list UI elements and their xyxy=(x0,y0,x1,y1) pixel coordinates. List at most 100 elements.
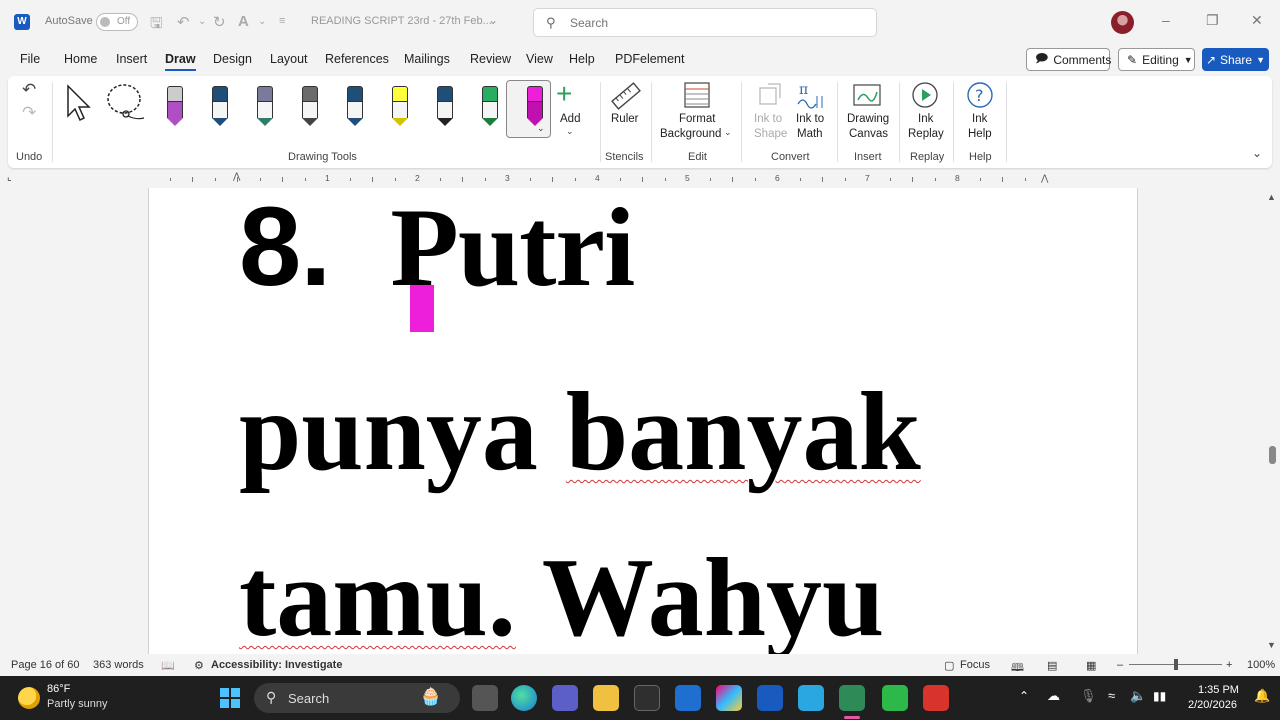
vertical-scrollbar[interactable]: ▲ ▼ xyxy=(1264,188,1280,654)
scroll-up-icon[interactable]: ▲ xyxy=(1267,192,1276,202)
redo-icon[interactable]: ↷ xyxy=(22,103,36,123)
wifi-icon[interactable]: ≈ xyxy=(1108,688,1115,703)
tab-help[interactable]: Help xyxy=(569,52,595,66)
format-painter-icon[interactable]: A xyxy=(238,13,249,30)
tab-stop-icon[interactable]: ⌞ xyxy=(7,172,12,183)
horizontal-ruler[interactable]: ⌞ ⋀ ⋀ 12345678 xyxy=(0,170,1280,188)
ink-replay-icon[interactable] xyxy=(910,80,940,110)
print-layout-icon[interactable]: ▤ xyxy=(1047,659,1057,672)
zoom-out-icon[interactable]: – xyxy=(1117,659,1123,671)
clock-time[interactable]: 1:35 PM xyxy=(1198,684,1239,696)
file-explorer-icon[interactable] xyxy=(593,685,619,711)
pen-tool-6[interactable] xyxy=(385,82,415,126)
store-icon[interactable] xyxy=(634,685,660,711)
pen-tool-3[interactable] xyxy=(250,82,280,126)
word-taskbar-icon[interactable] xyxy=(757,685,783,711)
ink-replay-label-2[interactable]: Replay xyxy=(908,127,944,142)
camtasia-icon[interactable] xyxy=(882,685,908,711)
ink-to-math-icon[interactable]: π xyxy=(795,80,825,110)
ruler-label[interactable]: Ruler xyxy=(611,112,638,127)
ink-highlight-stroke[interactable] xyxy=(410,285,434,332)
customize-toolbar-icon[interactable]: ≡ xyxy=(279,15,285,27)
accessibility-icon[interactable]: ⚙ xyxy=(194,659,204,672)
ink-help-icon[interactable]: ? xyxy=(965,80,995,110)
task-view-icon[interactable] xyxy=(472,685,498,711)
share-button[interactable]: ↗ Share ▼ xyxy=(1202,48,1269,71)
tab-file[interactable]: File xyxy=(20,52,40,66)
pen-tool-1[interactable] xyxy=(160,82,190,126)
zoom-slider-thumb[interactable] xyxy=(1174,659,1178,670)
chevron-down-icon[interactable]: ⌄ xyxy=(566,126,574,137)
web-layout-icon[interactable]: ▦ xyxy=(1086,659,1096,672)
ruler-icon[interactable] xyxy=(610,80,642,112)
weather-temp[interactable]: 86°F xyxy=(47,683,70,695)
focus-icon[interactable]: ▢ xyxy=(944,659,954,672)
app-icon[interactable] xyxy=(675,685,701,711)
ink-help-label-1[interactable]: Ink xyxy=(972,112,987,127)
scroll-down-icon[interactable]: ▼ xyxy=(1267,640,1276,650)
battery-icon[interactable]: ▮▮ xyxy=(1153,689,1166,703)
tab-mailings[interactable]: Mailings xyxy=(404,52,450,66)
pen-tool-8[interactable] xyxy=(475,82,505,126)
weather-desc[interactable]: Partly sunny xyxy=(47,698,108,710)
search-input[interactable] xyxy=(570,14,860,32)
comments-button[interactable]: 🗩 Comments xyxy=(1026,48,1111,71)
taskbar-search[interactable]: ⚲ Search 🧁 xyxy=(254,683,460,713)
avatar[interactable] xyxy=(1111,11,1134,34)
format-background-icon[interactable] xyxy=(682,80,712,110)
lasso-select-icon[interactable] xyxy=(104,82,148,122)
select-pointer-icon[interactable] xyxy=(64,82,94,122)
ink-replay-label-1[interactable]: Ink xyxy=(918,112,933,127)
teams-icon[interactable] xyxy=(552,685,578,711)
notifications-icon[interactable]: 🔔 xyxy=(1254,688,1270,704)
add-pen-icon[interactable]: + xyxy=(556,80,572,108)
scroll-thumb[interactable] xyxy=(1269,446,1276,464)
tab-layout[interactable]: Layout xyxy=(270,52,308,66)
format-label-2[interactable]: Background xyxy=(660,127,721,142)
tab-design[interactable]: Design xyxy=(213,52,252,66)
ink-help-label-2[interactable]: Help xyxy=(968,127,992,142)
redo-icon[interactable]: ↻ xyxy=(213,13,226,31)
tab-insert[interactable]: Insert xyxy=(116,52,147,66)
restore-icon[interactable]: ❐ xyxy=(1206,12,1219,29)
close-icon[interactable]: ✕ xyxy=(1251,12,1263,29)
tab-draw[interactable]: Draw xyxy=(165,52,196,71)
save-icon[interactable]: 🖫 xyxy=(150,13,163,38)
editing-button[interactable]: ✎ Editing ▼ xyxy=(1118,48,1195,71)
word-count[interactable]: 363 words xyxy=(93,659,144,671)
proofing-icon[interactable]: 📖 xyxy=(161,659,175,672)
add-pen-label[interactable]: Add xyxy=(560,112,580,127)
zoom-level[interactable]: 100% xyxy=(1247,659,1275,671)
chevron-down-icon[interactable]: ⌄ xyxy=(488,13,498,27)
microphone-icon[interactable]: 🎙 xyxy=(1080,688,1097,704)
autosave-toggle[interactable]: Off xyxy=(96,13,138,31)
edge-icon[interactable] xyxy=(511,685,537,711)
tab-review[interactable]: Review xyxy=(470,52,511,66)
search-box[interactable]: ⚲ xyxy=(533,8,877,37)
drawing-canvas-label-2[interactable]: Canvas xyxy=(849,127,888,142)
zoom-in-icon[interactable]: + xyxy=(1226,659,1232,671)
calculator-icon[interactable] xyxy=(839,685,865,711)
collapse-ribbon-icon[interactable]: ⌄ xyxy=(1252,146,1262,160)
volume-icon[interactable]: 🔈 xyxy=(1130,688,1146,704)
drawing-canvas-icon[interactable] xyxy=(851,80,883,110)
tab-view[interactable]: View xyxy=(526,52,553,66)
recorder-icon[interactable] xyxy=(923,685,949,711)
ink-to-math-label-2[interactable]: Math xyxy=(797,127,823,142)
format-label-1[interactable]: Format xyxy=(679,112,715,127)
pen-tool-2[interactable] xyxy=(205,82,235,126)
clock-date[interactable]: 2/20/2026 xyxy=(1188,699,1237,711)
accessibility-status[interactable]: Accessibility: Investigate xyxy=(211,659,342,671)
tab-pdfelement[interactable]: PDFelement xyxy=(615,52,684,66)
pen-tool-7[interactable] xyxy=(430,82,460,126)
weather-icon[interactable] xyxy=(18,687,40,709)
undo-dropdown-icon[interactable]: ⌄ xyxy=(198,16,206,27)
tab-references[interactable]: References xyxy=(325,52,389,66)
undo-icon[interactable]: ↶ xyxy=(22,80,36,100)
onedrive-icon[interactable]: ☁ xyxy=(1047,688,1060,704)
pen-tool-9[interactable] xyxy=(520,82,550,126)
minimize-icon[interactable]: – xyxy=(1162,12,1170,28)
focus-label[interactable]: Focus xyxy=(960,659,990,671)
photos-icon[interactable] xyxy=(798,685,824,711)
document-title[interactable]: READING SCRIPT 23rd - 27th Feb... xyxy=(311,15,492,27)
